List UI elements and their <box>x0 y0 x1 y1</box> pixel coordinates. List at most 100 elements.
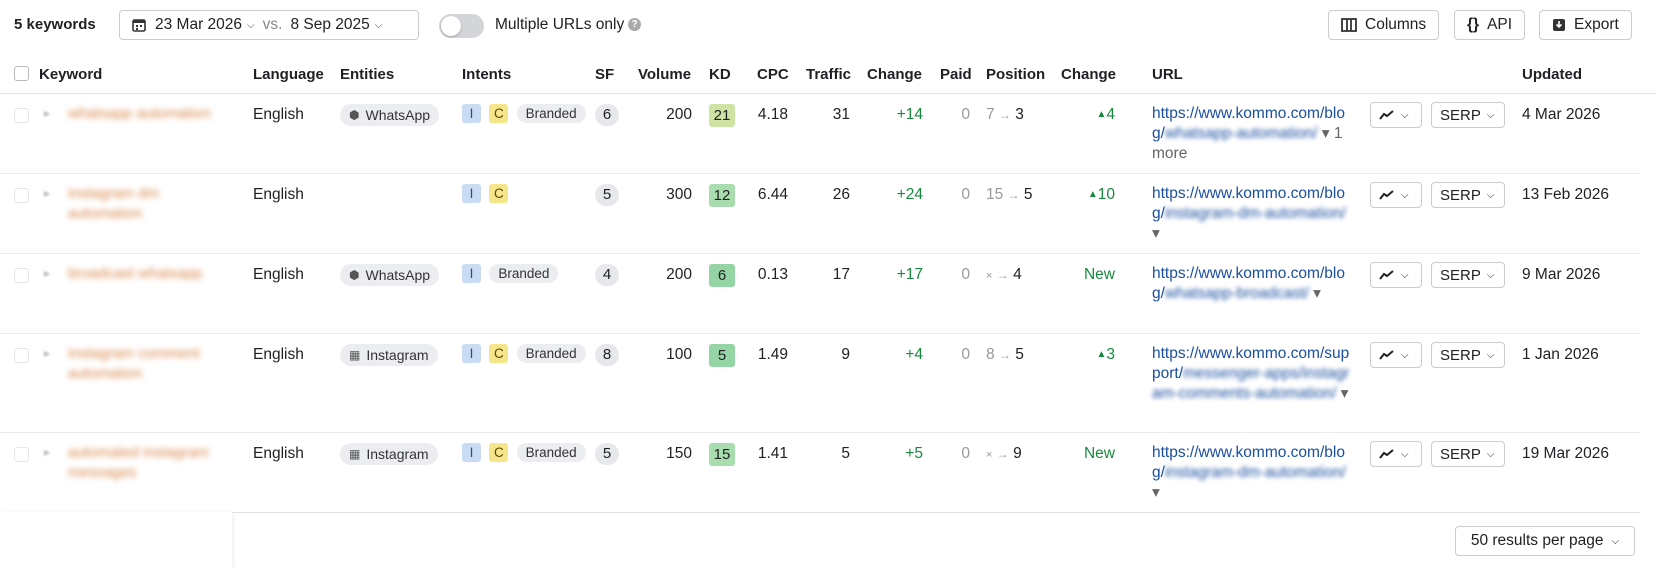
table-header: Keyword Language Entities Intents SF Vol… <box>0 52 1656 94</box>
row-checkbox[interactable] <box>14 108 29 123</box>
entity-badge[interactable]: ▦ Instagram <box>340 443 438 465</box>
paid: 0 <box>961 445 970 462</box>
ranking-url[interactable]: https://www.kommo.com/blog/instagram-dm-… <box>1152 184 1357 244</box>
url-more[interactable]: ▾ <box>1313 285 1321 302</box>
col-language[interactable]: Language <box>253 66 324 83</box>
intents: I C Branded <box>462 104 590 123</box>
entity-badge[interactable]: ▦ Instagram <box>340 344 438 366</box>
keyword-text[interactable]: broadcast whatsapp <box>68 264 228 284</box>
url-slug[interactable]: instagram-dm-automation/ <box>1165 205 1346 222</box>
col-position-change[interactable]: Change <box>1061 66 1116 83</box>
col-keyword[interactable]: Keyword <box>39 66 102 83</box>
serp-features-count[interactable]: 5 <box>595 443 619 465</box>
row-checkbox[interactable] <box>14 447 29 462</box>
whatsapp-entity-icon: ⬢ <box>349 267 360 282</box>
entity-badge[interactable]: ⬢ WhatsApp <box>340 104 440 126</box>
trend-chart-button[interactable]: ⌵ <box>1370 441 1422 467</box>
entity-badge[interactable]: ⬢ WhatsApp <box>340 264 440 286</box>
language: English <box>253 186 304 203</box>
row-checkbox[interactable] <box>14 188 29 203</box>
results-per-page-select[interactable]: 50 results per page ⌵ <box>1455 526 1635 556</box>
up-arrow-icon: ▲ <box>1096 109 1107 120</box>
columns-button[interactable]: Columns <box>1328 10 1440 40</box>
row-checkbox[interactable] <box>14 348 29 363</box>
col-kd[interactable]: KD <box>709 66 731 83</box>
url-slug[interactable]: whatsapp-broadcast/ <box>1165 285 1309 302</box>
col-traffic[interactable]: Traffic <box>806 66 851 83</box>
help-icon[interactable]: ? <box>628 18 642 32</box>
serp-button[interactable]: SERP ⌵ <box>1431 182 1505 208</box>
instagram-entity-icon: ▦ <box>349 347 361 362</box>
paid: 0 <box>961 346 970 363</box>
select-all-checkbox[interactable] <box>14 66 29 81</box>
ranking-url[interactable]: https://www.kommo.com/blog/whatsapp-auto… <box>1152 104 1357 164</box>
row-expand-icon[interactable]: ▸ <box>44 106 50 120</box>
traffic-change: +4 <box>905 346 923 363</box>
serp-features-count[interactable]: 4 <box>595 264 619 286</box>
row-expand-icon[interactable]: ▸ <box>44 266 50 280</box>
trend-chart-button[interactable]: ⌵ <box>1370 102 1422 128</box>
chevron-down-icon: ⌵ <box>1486 448 1495 460</box>
cpc: 1.41 <box>757 445 788 462</box>
serp-button[interactable]: SERP ⌵ <box>1431 102 1505 128</box>
row-expand-icon[interactable]: ▸ <box>44 186 50 200</box>
col-intents[interactable]: Intents <box>462 66 511 83</box>
url-more[interactable]: ▾ <box>1152 225 1160 242</box>
volume: 200 <box>666 266 692 283</box>
serp-button[interactable]: SERP ⌵ <box>1431 262 1505 288</box>
url-more[interactable]: ▾ <box>1341 385 1349 402</box>
up-arrow-icon: ▲ <box>1087 189 1098 200</box>
keyword-text[interactable]: automated instagram messages <box>68 443 228 483</box>
intent-commercial: C <box>489 344 509 363</box>
ranking-url[interactable]: https://www.kommo.com/blog/whatsapp-broa… <box>1152 264 1357 304</box>
col-volume[interactable]: Volume <box>638 66 691 83</box>
col-paid[interactable]: Paid <box>940 66 972 83</box>
traffic-change: +17 <box>896 266 923 283</box>
serp-button[interactable]: SERP ⌵ <box>1431 342 1505 368</box>
url-slug[interactable]: instagram-dm-automation/ <box>1165 464 1346 481</box>
keyword-text[interactable]: whatsapp automation <box>68 104 228 124</box>
col-url[interactable]: URL <box>1152 66 1183 83</box>
url-slug[interactable]: whatsapp-automation/ <box>1165 125 1318 142</box>
col-position[interactable]: Position <box>986 66 1045 83</box>
traffic: 26 <box>832 186 850 203</box>
chevron-down-icon: ⌵ <box>1401 269 1409 281</box>
date-range-button[interactable]: 23 Mar 2026 ⌵ vs. 8 Sep 2025 ⌵ <box>119 10 419 40</box>
trend-chart-button[interactable]: ⌵ <box>1370 342 1422 368</box>
keyword-text[interactable]: instagram dm automation <box>68 184 228 224</box>
row-expand-icon[interactable]: ▸ <box>44 346 50 360</box>
download-icon <box>1553 19 1565 31</box>
multiple-urls-toggle[interactable] <box>439 14 484 38</box>
position-from: 8 <box>986 346 995 363</box>
ranking-url[interactable]: https://www.kommo.com/support/messenger-… <box>1152 344 1357 404</box>
intent-informational: I <box>462 443 481 462</box>
row-expand-icon[interactable]: ▸ <box>44 445 50 459</box>
serp-features-count[interactable]: 5 <box>595 184 619 206</box>
traffic: 31 <box>832 106 850 123</box>
col-cpc[interactable]: CPC <box>757 66 789 83</box>
trend-line-icon <box>1379 270 1394 280</box>
serp-features-count[interactable]: 6 <box>595 104 619 126</box>
trend-chart-button[interactable]: ⌵ <box>1370 182 1422 208</box>
intents: I C Branded <box>462 443 590 462</box>
url-more[interactable]: ▾ <box>1152 484 1160 501</box>
col-updated[interactable]: Updated <box>1522 66 1582 83</box>
position-change: ▲4 <box>1096 106 1115 123</box>
export-button[interactable]: Export <box>1539 10 1632 40</box>
col-entities[interactable]: Entities <box>340 66 394 83</box>
col-change[interactable]: Change <box>867 66 922 83</box>
api-label: API <box>1487 16 1513 33</box>
col-sf[interactable]: SF <box>595 66 614 83</box>
position-from: × <box>986 449 993 461</box>
api-button[interactable]: {} API <box>1454 10 1526 40</box>
keyword-text[interactable]: instagram comment automation <box>68 344 228 384</box>
volume: 150 <box>666 445 692 462</box>
serp-features-count[interactable]: 8 <box>595 344 619 366</box>
trend-chart-button[interactable]: ⌵ <box>1370 262 1422 288</box>
ranking-url[interactable]: https://www.kommo.com/blog/instagram-dm-… <box>1152 443 1357 503</box>
serp-button[interactable]: SERP ⌵ <box>1431 441 1505 467</box>
row-checkbox[interactable] <box>14 268 29 283</box>
traffic: 9 <box>841 346 850 363</box>
intents: I C <box>462 184 512 203</box>
serp-label: SERP <box>1440 346 1481 364</box>
